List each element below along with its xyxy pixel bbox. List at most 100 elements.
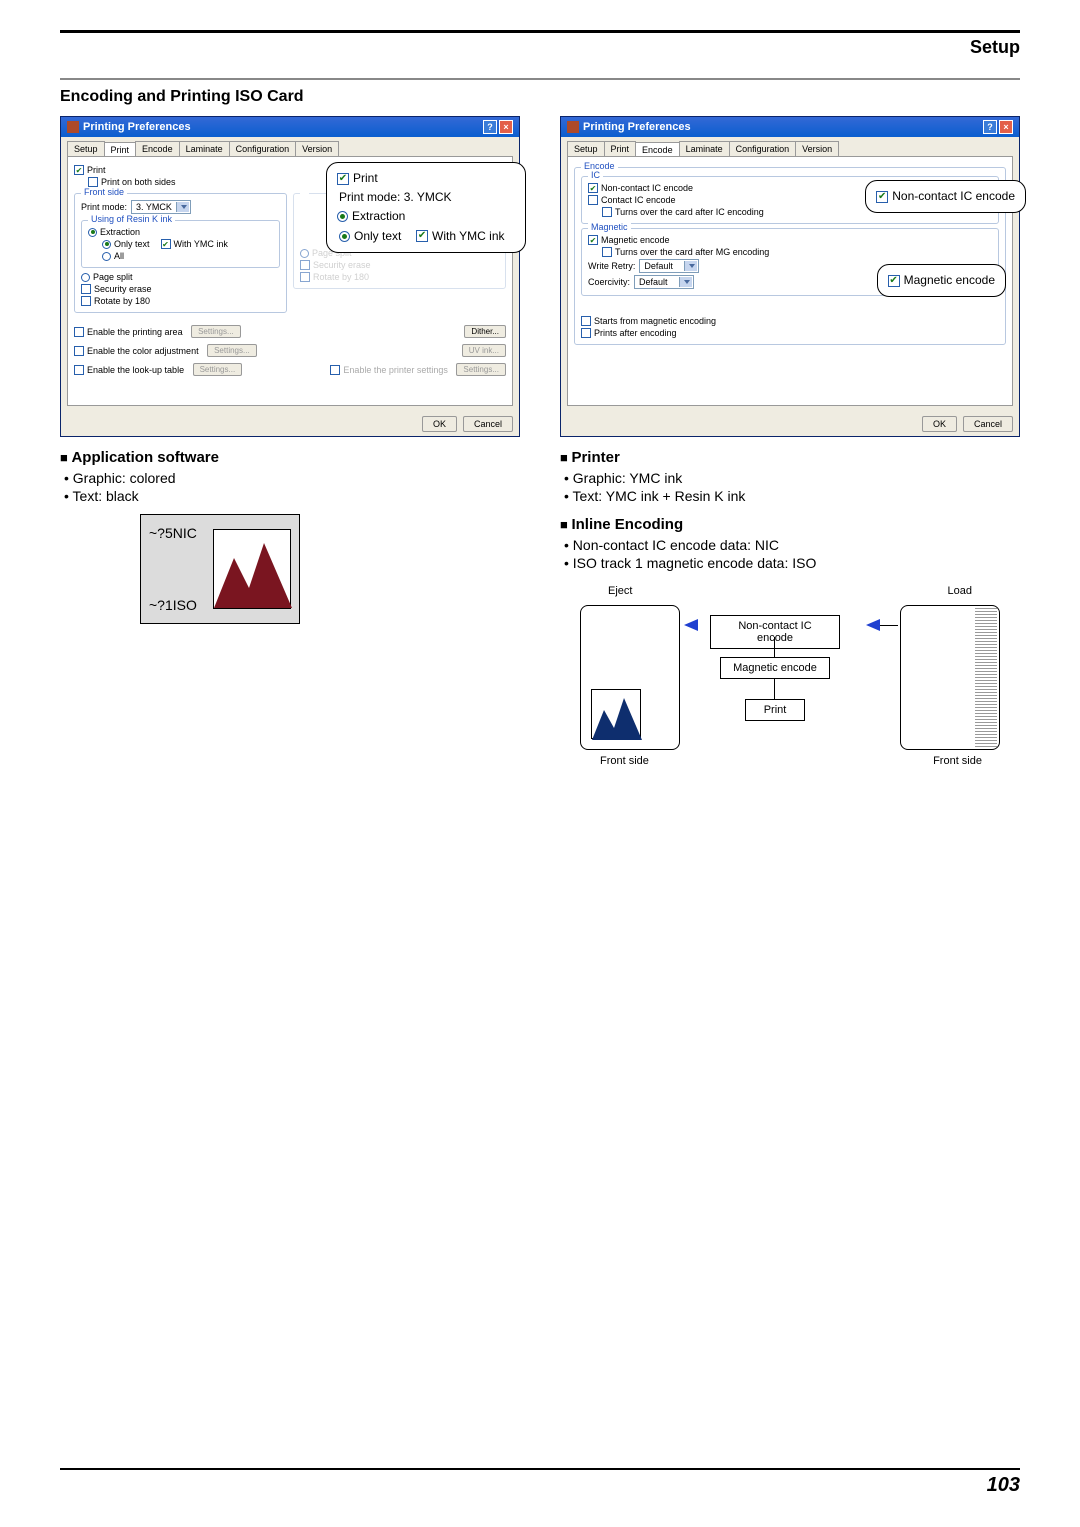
printer-bullet: Graphic: YMC ink [564, 470, 1020, 486]
enable-print-area-label: Enable the printing area [87, 327, 183, 337]
section-title: Encoding and Printing ISO Card [60, 88, 1020, 106]
inline-head: Inline Encoding [560, 516, 1020, 533]
print-callout: ✔Print Print mode: 3. YMCK Extraction On… [326, 162, 526, 253]
enable-printer-settings-checkbox[interactable] [330, 365, 340, 375]
enable-lut-label: Enable the look-up table [87, 365, 184, 375]
dither-button[interactable]: Dither... [464, 325, 506, 338]
noncontact-ic-checkbox[interactable]: ✔ [588, 183, 598, 193]
card-iso-text: ~?1ISO [149, 597, 197, 613]
using-k-legend: Using of Resin K ink [88, 214, 175, 224]
ic-legend: IC [588, 170, 603, 180]
print-both-checkbox[interactable] [88, 177, 98, 187]
magnetic-encode-checkbox[interactable]: ✔ [588, 235, 598, 245]
card-front-right [900, 605, 1000, 750]
ok-button[interactable]: OK [422, 416, 457, 432]
tab-encode[interactable]: Encode [635, 142, 680, 157]
flow-nc-box: Non-contact IC encode [710, 615, 840, 649]
enable-color-checkbox[interactable] [74, 346, 84, 356]
flow-diagram: Eject Load Non-contact IC encode Magneti… [560, 585, 1020, 785]
front-side-legend: Front side [81, 187, 127, 197]
printer-head: Printer [560, 449, 1020, 466]
card-nic-text: ~?5NIC [149, 525, 197, 541]
tab-laminate[interactable]: Laminate [179, 141, 230, 156]
cancel-button[interactable]: Cancel [963, 416, 1013, 432]
print-label: Print [87, 165, 106, 175]
card-sample-diagram: ~?5NIC ~?1ISO [140, 514, 300, 624]
tab-version[interactable]: Version [795, 141, 839, 156]
app-sw-bullet: Text: black [64, 488, 520, 504]
page-split-label: Page split [93, 272, 133, 282]
dialog-title: Printing Preferences [583, 121, 691, 133]
encode-callout-nc: ✔Non-contact IC encode [865, 180, 1026, 213]
inline-bullet: ISO track 1 magnetic encode data: ISO [564, 555, 1020, 571]
tab-print[interactable]: Print [104, 142, 137, 157]
arrow-icon [684, 619, 698, 631]
with-ymc-label: With YMC ink [174, 239, 228, 249]
page-split-radio[interactable] [81, 273, 90, 282]
uvink-button[interactable]: UV ink... [462, 344, 506, 357]
starts-mag-label: Starts from magnetic encoding [594, 316, 716, 326]
dialog-title: Printing Preferences [83, 121, 191, 133]
page-header: Setup [60, 37, 1020, 58]
security-erase-label: Security erase [94, 284, 152, 294]
extraction-radio[interactable] [88, 228, 97, 237]
all-label: All [114, 251, 124, 261]
enable-printer-settings-label: Enable the printer settings [343, 365, 448, 375]
coercivity-select[interactable]: Default [634, 275, 694, 289]
settings-button-4[interactable]: Settings... [456, 363, 506, 376]
tab-configuration[interactable]: Configuration [729, 141, 797, 156]
page-number: 103 [60, 1474, 1020, 1497]
contact-ic-checkbox[interactable] [588, 195, 598, 205]
tab-laminate[interactable]: Laminate [679, 141, 730, 156]
all-radio[interactable] [102, 252, 111, 261]
enable-lut-checkbox[interactable] [74, 365, 84, 375]
card-front-left [580, 605, 680, 750]
only-text-radio[interactable] [102, 240, 111, 249]
print-mode-label: Print mode: [81, 202, 127, 212]
prints-after-checkbox[interactable] [581, 328, 591, 338]
tab-bar: Setup Print Encode Laminate Configuratio… [67, 141, 513, 156]
contact-ic-label: Contact IC encode [601, 195, 676, 205]
extraction-label: Extraction [100, 227, 140, 237]
cancel-button[interactable]: Cancel [463, 416, 513, 432]
write-retry-select[interactable]: Default [639, 259, 699, 273]
settings-button-3[interactable]: Settings... [193, 363, 243, 376]
tab-configuration[interactable]: Configuration [229, 141, 297, 156]
turns-mg-checkbox[interactable] [602, 247, 612, 257]
help-button[interactable]: ? [483, 120, 497, 134]
help-button[interactable]: ? [983, 120, 997, 134]
settings-button-1[interactable]: Settings... [191, 325, 241, 338]
coercivity-label: Coercivity: [588, 277, 630, 287]
starts-mag-checkbox[interactable] [581, 316, 591, 326]
only-text-label: Only text [114, 239, 150, 249]
app-sw-bullet: Graphic: colored [64, 470, 520, 486]
turns-mg-label: Turns over the card after MG encoding [615, 247, 769, 257]
enable-print-area-checkbox[interactable] [74, 327, 84, 337]
close-button[interactable]: × [999, 120, 1013, 134]
write-retry-label: Write Retry: [588, 261, 635, 271]
with-ymc-checkbox[interactable]: ✔ [161, 239, 171, 249]
flow-mag-box: Magnetic encode [720, 657, 830, 679]
print-both-label: Print on both sides [101, 177, 176, 187]
arrow-icon [866, 619, 880, 631]
ok-button[interactable]: OK [922, 416, 957, 432]
tab-setup[interactable]: Setup [567, 141, 605, 156]
magnetic-encode-label: Magnetic encode [601, 235, 670, 245]
turns-ic-checkbox[interactable] [602, 207, 612, 217]
noncontact-ic-label: Non-contact IC encode [601, 183, 693, 193]
magnetic-legend: Magnetic [588, 222, 631, 232]
printer-bullet: Text: YMC ink + Resin K ink [564, 488, 1020, 504]
tab-print[interactable]: Print [604, 141, 637, 156]
tab-setup[interactable]: Setup [67, 141, 105, 156]
rotate-checkbox[interactable] [81, 296, 91, 306]
print-checkbox[interactable]: ✔ [74, 165, 84, 175]
tab-encode[interactable]: Encode [135, 141, 180, 156]
enable-color-label: Enable the color adjustment [87, 346, 199, 356]
settings-button-2[interactable]: Settings... [207, 344, 257, 357]
tab-version[interactable]: Version [295, 141, 339, 156]
close-button[interactable]: × [499, 120, 513, 134]
flow-print-box: Print [745, 699, 805, 721]
security-erase-checkbox[interactable] [81, 284, 91, 294]
print-mode-select[interactable]: 3. YMCK [131, 200, 191, 214]
inline-bullet: Non-contact IC encode data: NIC [564, 537, 1020, 553]
